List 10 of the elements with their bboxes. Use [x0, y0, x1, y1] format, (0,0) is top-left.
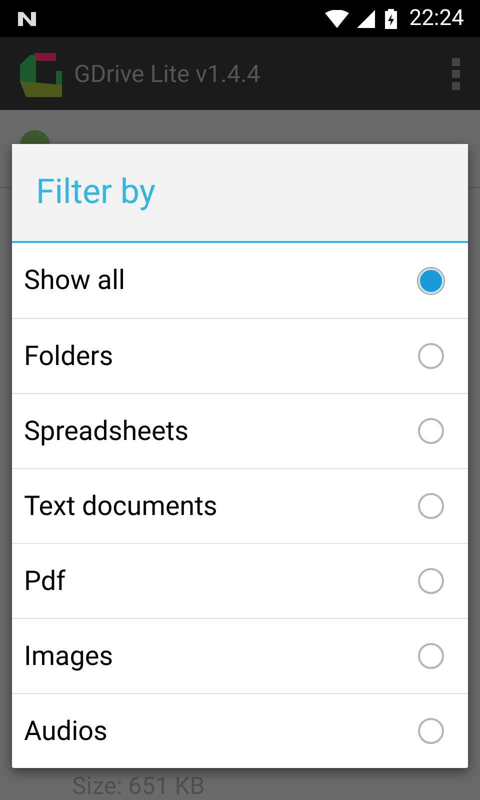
filter-option[interactable]: Pdf	[12, 543, 468, 618]
filter-option[interactable]: Text documents	[12, 468, 468, 543]
filter-option[interactable]: Spreadsheets	[12, 393, 468, 468]
filter-option[interactable]: Folders	[12, 318, 468, 393]
filter-option[interactable]: Images	[12, 618, 468, 693]
dialog-title: Filter by	[36, 171, 156, 214]
clock: 22:24	[409, 5, 464, 33]
filter-option[interactable]: Audios	[12, 693, 468, 768]
app-title: GDrive Lite v1.4.4	[74, 58, 262, 90]
filter-option[interactable]: Show all	[12, 243, 468, 318]
